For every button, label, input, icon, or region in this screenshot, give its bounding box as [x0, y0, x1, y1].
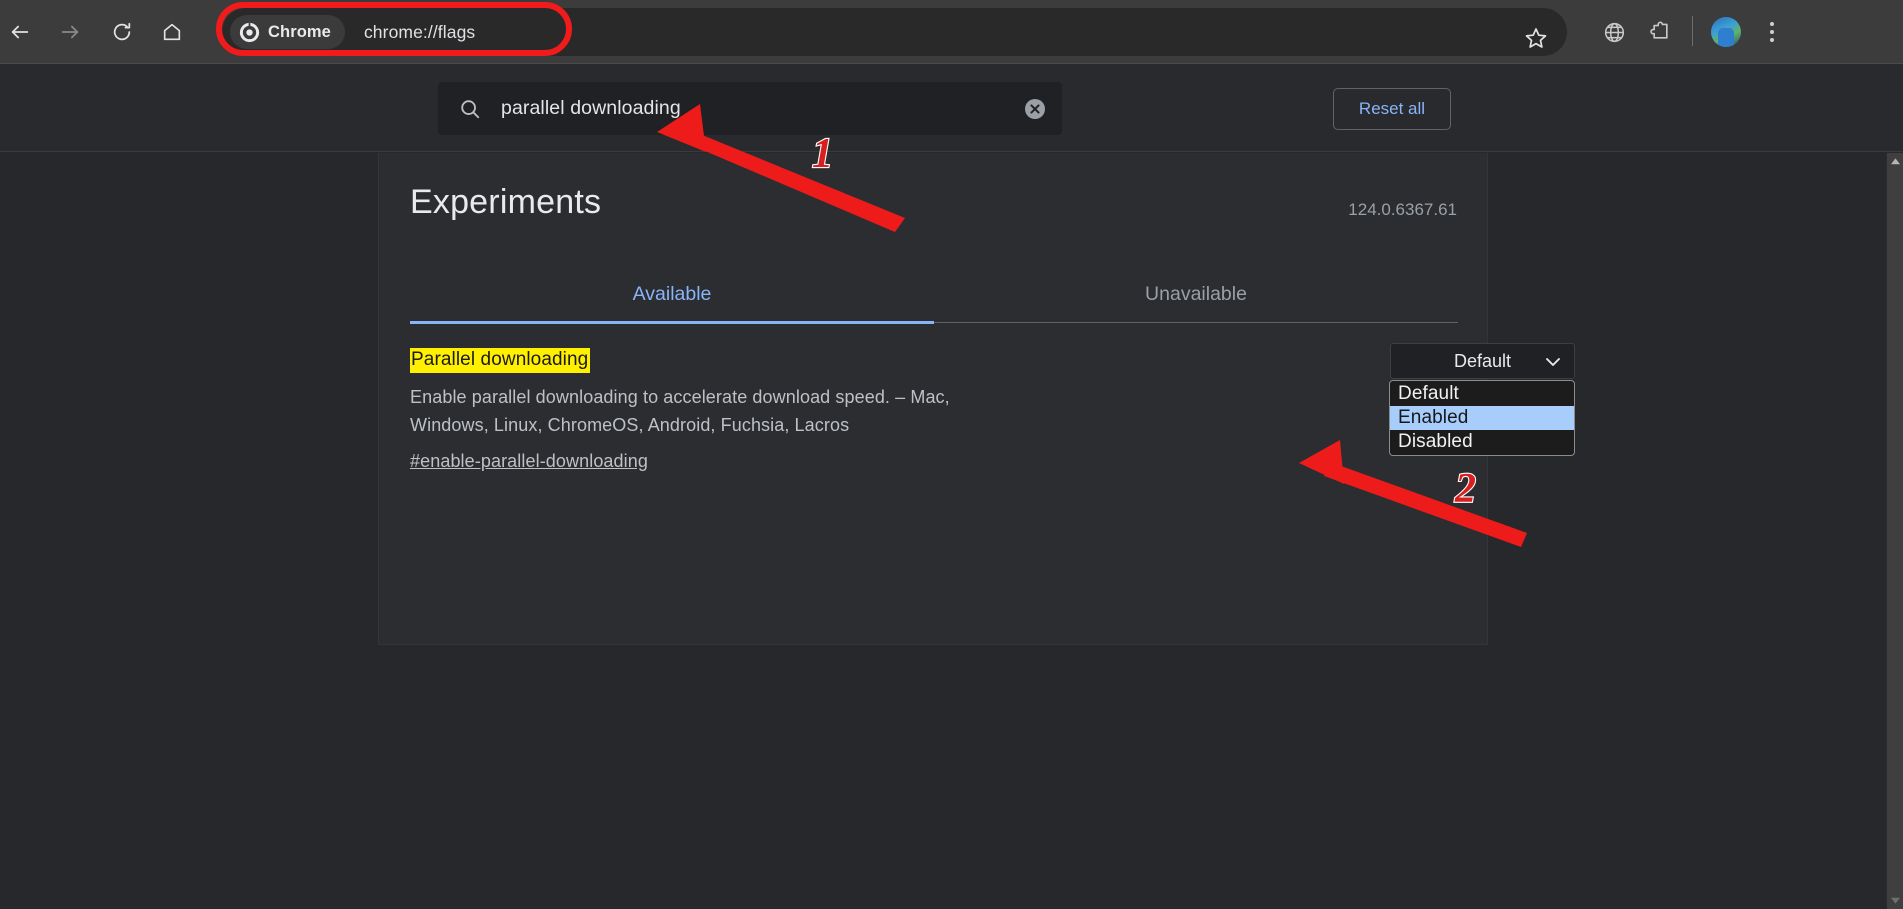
scroll-up-icon[interactable] — [1887, 153, 1903, 170]
toolbar-divider — [1692, 16, 1693, 46]
flag-description: Enable parallel downloading to accelerat… — [410, 387, 950, 435]
option-default[interactable]: Default — [1390, 382, 1574, 406]
address-bar-url: chrome://flags — [363, 21, 476, 42]
tab-unavailable[interactable]: Unavailable — [934, 265, 1458, 323]
chevron-down-icon — [1546, 358, 1560, 366]
flag-state-option-list[interactable]: Default Enabled Disabled — [1389, 380, 1575, 456]
search-input-value: parallel downloading — [501, 97, 681, 119]
vertical-scrollbar[interactable] — [1886, 153, 1903, 909]
address-bar[interactable]: Chrome chrome://flags — [222, 8, 1567, 56]
option-enabled[interactable]: Enabled — [1390, 406, 1574, 430]
caret-up-icon — [1891, 158, 1900, 165]
chrome-version: 124.0.6367.61 — [1348, 200, 1457, 219]
chrome-menu-icon[interactable] — [1752, 12, 1792, 52]
option-disabled[interactable]: Disabled — [1390, 430, 1574, 454]
flag-title: Parallel downloading — [410, 348, 591, 373]
chrome-logo-icon — [239, 22, 260, 42]
extensions-puzzle-icon[interactable] — [1640, 12, 1680, 52]
forward-icon[interactable] — [50, 12, 90, 52]
back-icon[interactable] — [0, 12, 40, 52]
flag-state-select-wrapper: Default Default Enabled Disabled — [1389, 343, 1575, 456]
flag-state-select[interactable]: Default — [1390, 343, 1575, 379]
tab-bar: Available Unavailable — [410, 265, 1458, 324]
tab-available[interactable]: Available — [410, 265, 934, 324]
chrome-chip-label: Chrome — [268, 22, 331, 41]
avatar[interactable] — [1706, 12, 1746, 52]
search-icon — [461, 99, 480, 118]
flags-page-body: Experiments 124.0.6367.61 Available Unav… — [0, 153, 1886, 909]
page-title: Experiments — [410, 183, 602, 221]
annotation-step-2: 2 — [1454, 465, 1477, 513]
screen: Chrome chrome://flags parallel downloadi… — [0, 0, 1903, 909]
experiments-card: Experiments 124.0.6367.61 Available Unav… — [378, 153, 1575, 645]
home-icon[interactable] — [152, 12, 192, 52]
reload-icon[interactable] — [102, 12, 142, 52]
bookmark-star-icon[interactable] — [1519, 21, 1553, 55]
flag-state-select-value: Default — [1453, 350, 1512, 371]
search-input[interactable]: parallel downloading — [438, 82, 1062, 135]
scroll-down-icon[interactable] — [1887, 892, 1903, 909]
annotation-step-1: 1 — [811, 130, 834, 178]
reset-all-button[interactable]: Reset all — [1333, 88, 1451, 130]
clear-search-icon[interactable] — [1023, 97, 1047, 121]
browser-toolbar: Chrome chrome://flags — [0, 0, 1903, 64]
flag-entry: Parallel downloading Enable parallel dow… — [410, 348, 1458, 472]
flags-search-toolbar: parallel downloading Reset all — [0, 64, 1903, 152]
chrome-chip: Chrome — [230, 15, 345, 49]
flag-permalink[interactable]: #enable-parallel-downloading — [410, 451, 648, 472]
translate-globe-icon[interactable] — [1594, 12, 1634, 52]
caret-down-icon — [1891, 897, 1900, 904]
